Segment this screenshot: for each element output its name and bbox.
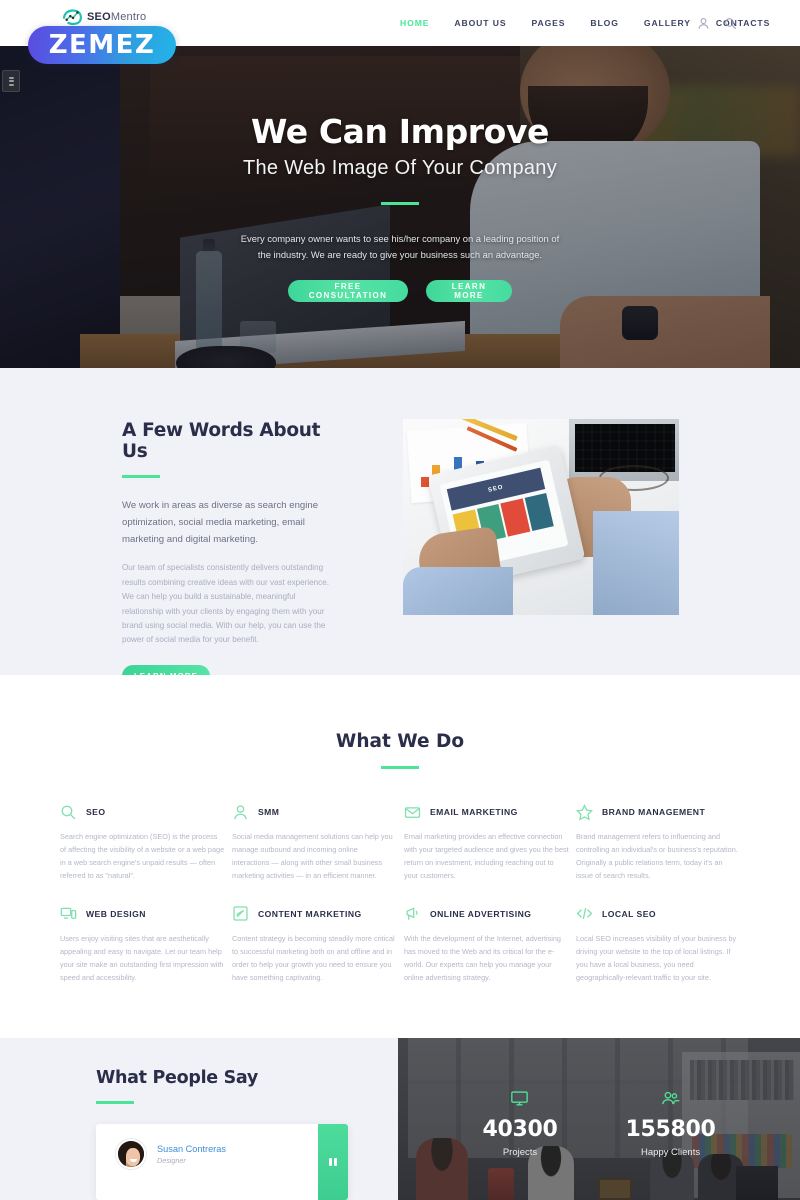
services-section: What We Do SEO Search engine optimizatio… xyxy=(0,675,800,1038)
service-description: Email marketing provides an effective co… xyxy=(404,832,569,881)
counter-happy-clients: 155800 Happy Clients xyxy=(626,1089,716,1158)
testimonials-panel: What People Say Susan Contreras Designer xyxy=(0,1038,398,1200)
hero-divider xyxy=(381,202,419,205)
service-card-email-marketing[interactable]: EMAIL MARKETING Email marketing provides… xyxy=(404,803,569,883)
service-description: Users enjoy visiting sites that are aest… xyxy=(60,933,224,982)
counter-label: Happy Clients xyxy=(640,1146,701,1158)
zemez-badge-label: ZEMEZ xyxy=(48,30,156,60)
testimonial-author-name[interactable]: Susan Contreras xyxy=(157,1144,226,1154)
site-logo[interactable]: SEOMentro xyxy=(62,8,146,26)
hero-description: Every company owner wants to see his/her… xyxy=(240,233,560,261)
seo-chart-logo-icon xyxy=(62,8,84,26)
group-people-icon xyxy=(626,1089,716,1109)
about-text-column: A Few Words About Us We work in areas as… xyxy=(122,420,337,687)
free-consultation-button[interactable]: FREE CONSULTATION xyxy=(288,279,408,302)
monitor-icon xyxy=(482,1089,557,1109)
testimonials-divider xyxy=(96,1101,134,1104)
counter-value: 40300 xyxy=(482,1116,558,1142)
nav-item-gallery[interactable]: GALLERY xyxy=(644,18,691,28)
service-title: EMAIL MARKETING xyxy=(430,807,518,817)
quote-mark-icon xyxy=(318,1124,348,1200)
about-tablet-photo: SEO xyxy=(403,419,679,615)
service-card-web-design[interactable]: WEB DESIGN Users enjoy visiting sites th… xyxy=(60,905,225,985)
testimonials-heading-block: What People Say xyxy=(96,1068,258,1104)
panel-toggle-tab[interactable] xyxy=(2,70,20,92)
services-divider xyxy=(381,766,419,769)
service-card-seo[interactable]: SEO Search engine optimization (SEO) is … xyxy=(60,803,225,883)
counters-panel: 40300 Projects 155800 Happy Clients xyxy=(398,1038,800,1200)
hero-subtitle: The Web Image Of Your Company xyxy=(242,157,558,179)
megaphone-icon xyxy=(404,905,421,922)
service-title: WEB DESIGN xyxy=(86,908,146,919)
hero-content: We Can Improve The Web Image Of Your Com… xyxy=(0,46,800,368)
nav-item-pages[interactable]: PAGES xyxy=(531,18,565,28)
about-title: A Few Words About Us xyxy=(122,420,321,462)
pencil-square-icon xyxy=(232,905,249,922)
nav-item-blog[interactable]: BLOG xyxy=(590,18,618,28)
counters-group: 40300 Projects 155800 Happy Clients xyxy=(398,1038,800,1200)
service-description: Local SEO increases visibility of your b… xyxy=(576,933,737,982)
service-card-smm[interactable]: SMM Social media management solutions ca… xyxy=(232,803,397,883)
services-title: What We Do xyxy=(335,731,465,752)
service-card-local-seo[interactable]: LOCAL SEO Local SEO increases visibility… xyxy=(576,905,741,985)
grip-dots-icon xyxy=(8,76,14,86)
about-divider xyxy=(122,475,160,478)
service-title: CONTENT MARKETING xyxy=(258,908,362,919)
landing-page: SEOMentro HOME ABOUT US PAGES BLOG GALLE… xyxy=(0,0,800,1200)
header-icon-group xyxy=(697,0,737,46)
service-title: ONLINE ADVERTISING xyxy=(430,908,532,919)
hero-title: We Can Improve xyxy=(250,112,550,151)
star-icon xyxy=(576,803,593,821)
user-account-icon[interactable] xyxy=(697,17,710,30)
about-section: A Few Words About Us We work in areas as… xyxy=(0,368,800,687)
search-icon[interactable] xyxy=(724,17,737,30)
services-heading-block: What We Do xyxy=(0,675,800,769)
hero-button-group: FREE CONSULTATION LEARN MORE xyxy=(288,279,512,302)
hero-learn-more-button[interactable]: LEARN MORE xyxy=(426,279,512,302)
devices-icon xyxy=(60,905,77,922)
code-brackets-icon xyxy=(576,905,593,922)
user-icon xyxy=(232,804,249,821)
services-grid: SEO Search engine optimization (SEO) is … xyxy=(60,803,750,984)
service-title: SEO xyxy=(86,807,106,817)
avatar xyxy=(116,1139,146,1169)
service-title: LOCAL SEO xyxy=(602,908,657,919)
nav-item-about-us[interactable]: ABOUT US xyxy=(454,18,506,28)
about-lead-text: We work in areas as diverse as search en… xyxy=(122,500,319,545)
service-card-online-advertising[interactable]: ONLINE ADVERTISING With the development … xyxy=(404,905,569,985)
counter-projects: 40300 Projects xyxy=(482,1089,558,1158)
envelope-icon xyxy=(404,804,421,821)
counter-label: Projects xyxy=(502,1146,538,1158)
nav-item-home[interactable]: HOME xyxy=(400,18,429,28)
hero-section: We Can Improve The Web Image Of Your Com… xyxy=(0,46,800,368)
service-card-brand-management[interactable]: BRAND MANAGEMENT Brand management refers… xyxy=(576,803,741,883)
service-card-content-marketing[interactable]: CONTENT MARKETING Content strategy is be… xyxy=(232,905,397,985)
logo-wordmark: SEOMentro xyxy=(87,11,147,23)
service-description: With the development of the Internet, ad… xyxy=(404,933,561,982)
about-image-screen-label: SEO xyxy=(487,484,505,494)
service-description: Content strategy is becoming steadily mo… xyxy=(232,933,395,982)
zemez-brand-badge[interactable]: ZEMEZ xyxy=(28,26,176,64)
bottom-section: What People Say Susan Contreras Designer xyxy=(0,1038,800,1200)
service-description: Search engine optimization (SEO) is the … xyxy=(60,832,225,881)
service-title: SMM xyxy=(258,807,280,817)
about-body-text: Our team of specialists consistently del… xyxy=(122,563,329,645)
testimonial-author-role: Designer xyxy=(157,1155,186,1165)
service-description: Brand management refers to influencing a… xyxy=(576,832,738,881)
service-title: BRAND MANAGEMENT xyxy=(602,807,706,817)
magnifier-icon xyxy=(60,804,77,821)
counter-value: 155800 xyxy=(625,1116,716,1142)
testimonial-card[interactable]: Susan Contreras Designer xyxy=(96,1124,348,1200)
testimonials-title: What People Say xyxy=(96,1068,259,1088)
service-description: Social media management solutions can he… xyxy=(232,832,393,881)
